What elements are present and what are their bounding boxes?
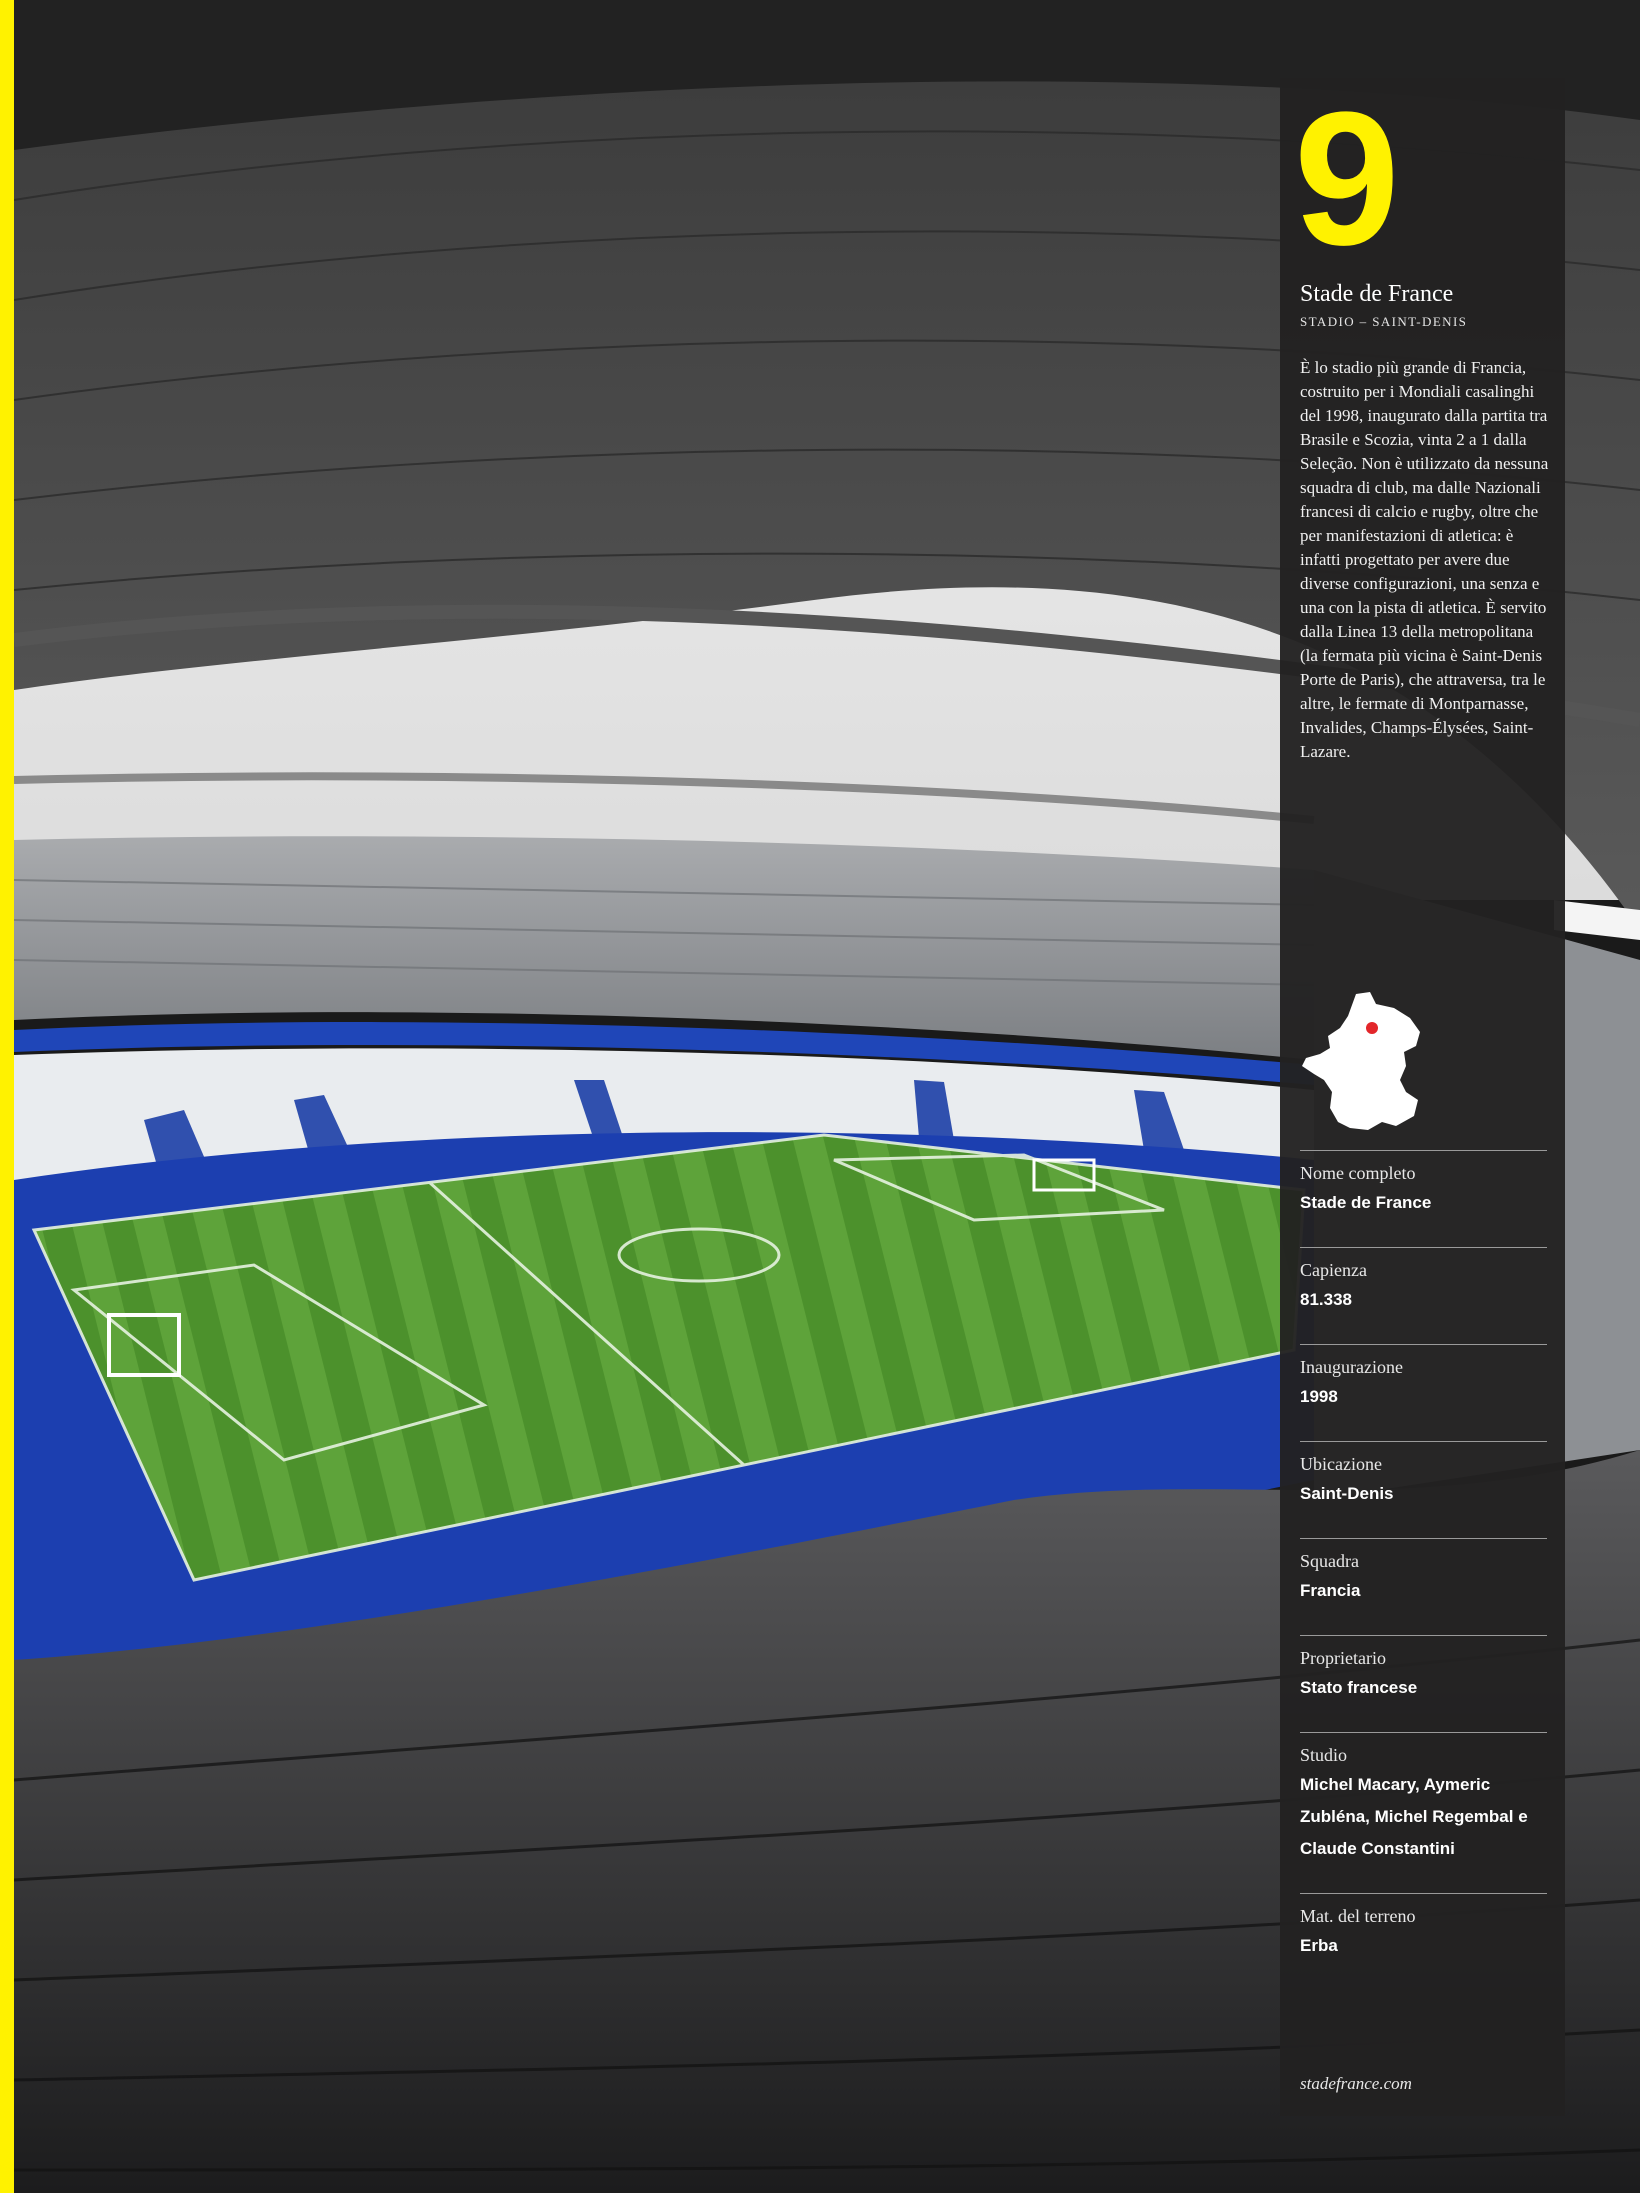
fact-label: Proprietario (1300, 1648, 1386, 1668)
yellow-page-edge (0, 0, 14, 2193)
fact-studio: Studio Michel Macary, Aymeric Zubléna, M… (1300, 1732, 1547, 1893)
fact-label: Mat. del terreno (1300, 1906, 1416, 1926)
fact-inauguration: Inaugurazione 1998 (1300, 1344, 1547, 1441)
fact-label: Studio (1300, 1745, 1348, 1765)
fact-label: Inaugurazione (1300, 1357, 1403, 1377)
stadium-number: 9 (1294, 73, 1400, 285)
fact-full-name: Nome completo Stade de France (1300, 1150, 1547, 1247)
fact-label: Capienza (1300, 1260, 1367, 1280)
fact-value: 81.338 (1300, 1290, 1352, 1309)
fact-value: 1998 (1300, 1387, 1338, 1406)
fact-value: Stade de France (1300, 1193, 1432, 1212)
fact-value: Michel Macary, Aymeric Zubléna, Michel R… (1300, 1775, 1528, 1858)
fact-label: Nome completo (1300, 1163, 1416, 1183)
info-panel: 9 Stade de France STADIO – SAINT-DENIS È… (1280, 78, 1565, 2116)
stadium-name: Stade de France (1300, 281, 1454, 307)
fact-location: Ubicazione Saint-Denis (1300, 1441, 1547, 1538)
fact-label: Ubicazione (1300, 1454, 1382, 1474)
fact-label: Squadra (1300, 1551, 1359, 1571)
fact-team: Squadra Francia (1300, 1538, 1547, 1635)
facts-list: Nome completo Stade de France Capienza 8… (1300, 1150, 1547, 1990)
france-outline (1302, 992, 1420, 1130)
fact-value: Stato francese (1300, 1678, 1418, 1697)
fact-value: Erba (1300, 1936, 1338, 1955)
website-link[interactable]: stadefrance.com (1300, 2074, 1412, 2094)
stadium-description: È lo stadio più grande di Francia, costr… (1300, 358, 1549, 761)
fact-value: Francia (1300, 1581, 1361, 1600)
fact-owner: Proprietario Stato francese (1300, 1635, 1547, 1732)
fact-capacity: Capienza 81.338 (1300, 1247, 1547, 1344)
stadium-subtitle: STADIO – SAINT-DENIS (1300, 314, 1468, 329)
location-dot (1366, 1022, 1378, 1034)
france-map-icon (1302, 992, 1420, 1130)
fact-value: Saint-Denis (1300, 1484, 1394, 1503)
fact-surface: Mat. del terreno Erba (1300, 1893, 1547, 1990)
